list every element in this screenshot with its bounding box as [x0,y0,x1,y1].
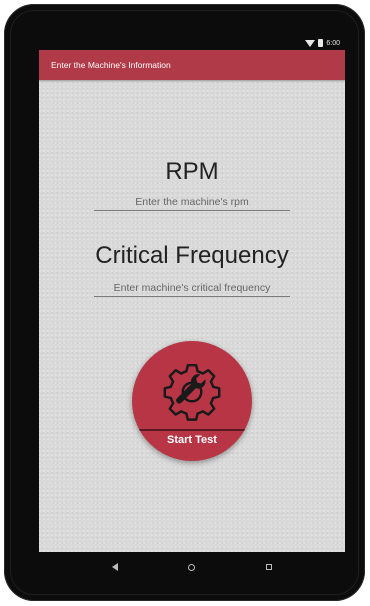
critical-frequency-input[interactable] [94,282,290,297]
button-divider [132,429,252,431]
critical-frequency-title: Critical Frequency [95,242,289,269]
status-bar: 6:00 [40,36,344,50]
back-icon [112,563,119,571]
rpm-title: RPM [165,158,219,185]
recents-icon [265,564,272,570]
home-icon [188,563,196,571]
wifi-icon [305,39,316,47]
rpm-input[interactable] [94,196,290,211]
start-test-button[interactable]: Start Test [132,341,252,461]
navigation-bar [39,552,345,582]
battery-icon [318,39,324,47]
status-time: 6:00 [326,39,340,47]
app-screen: Enter the Machine's Information RPM Crit… [39,50,345,552]
app-bar: Enter the Machine's Information [39,50,345,80]
start-test-label: Start Test [167,434,217,446]
app-bar-title: Enter the Machine's Information [51,60,171,70]
back-button[interactable] [107,559,123,575]
recents-button[interactable] [261,559,277,575]
home-button[interactable] [184,559,200,575]
gear-wrench-icon [163,363,221,421]
